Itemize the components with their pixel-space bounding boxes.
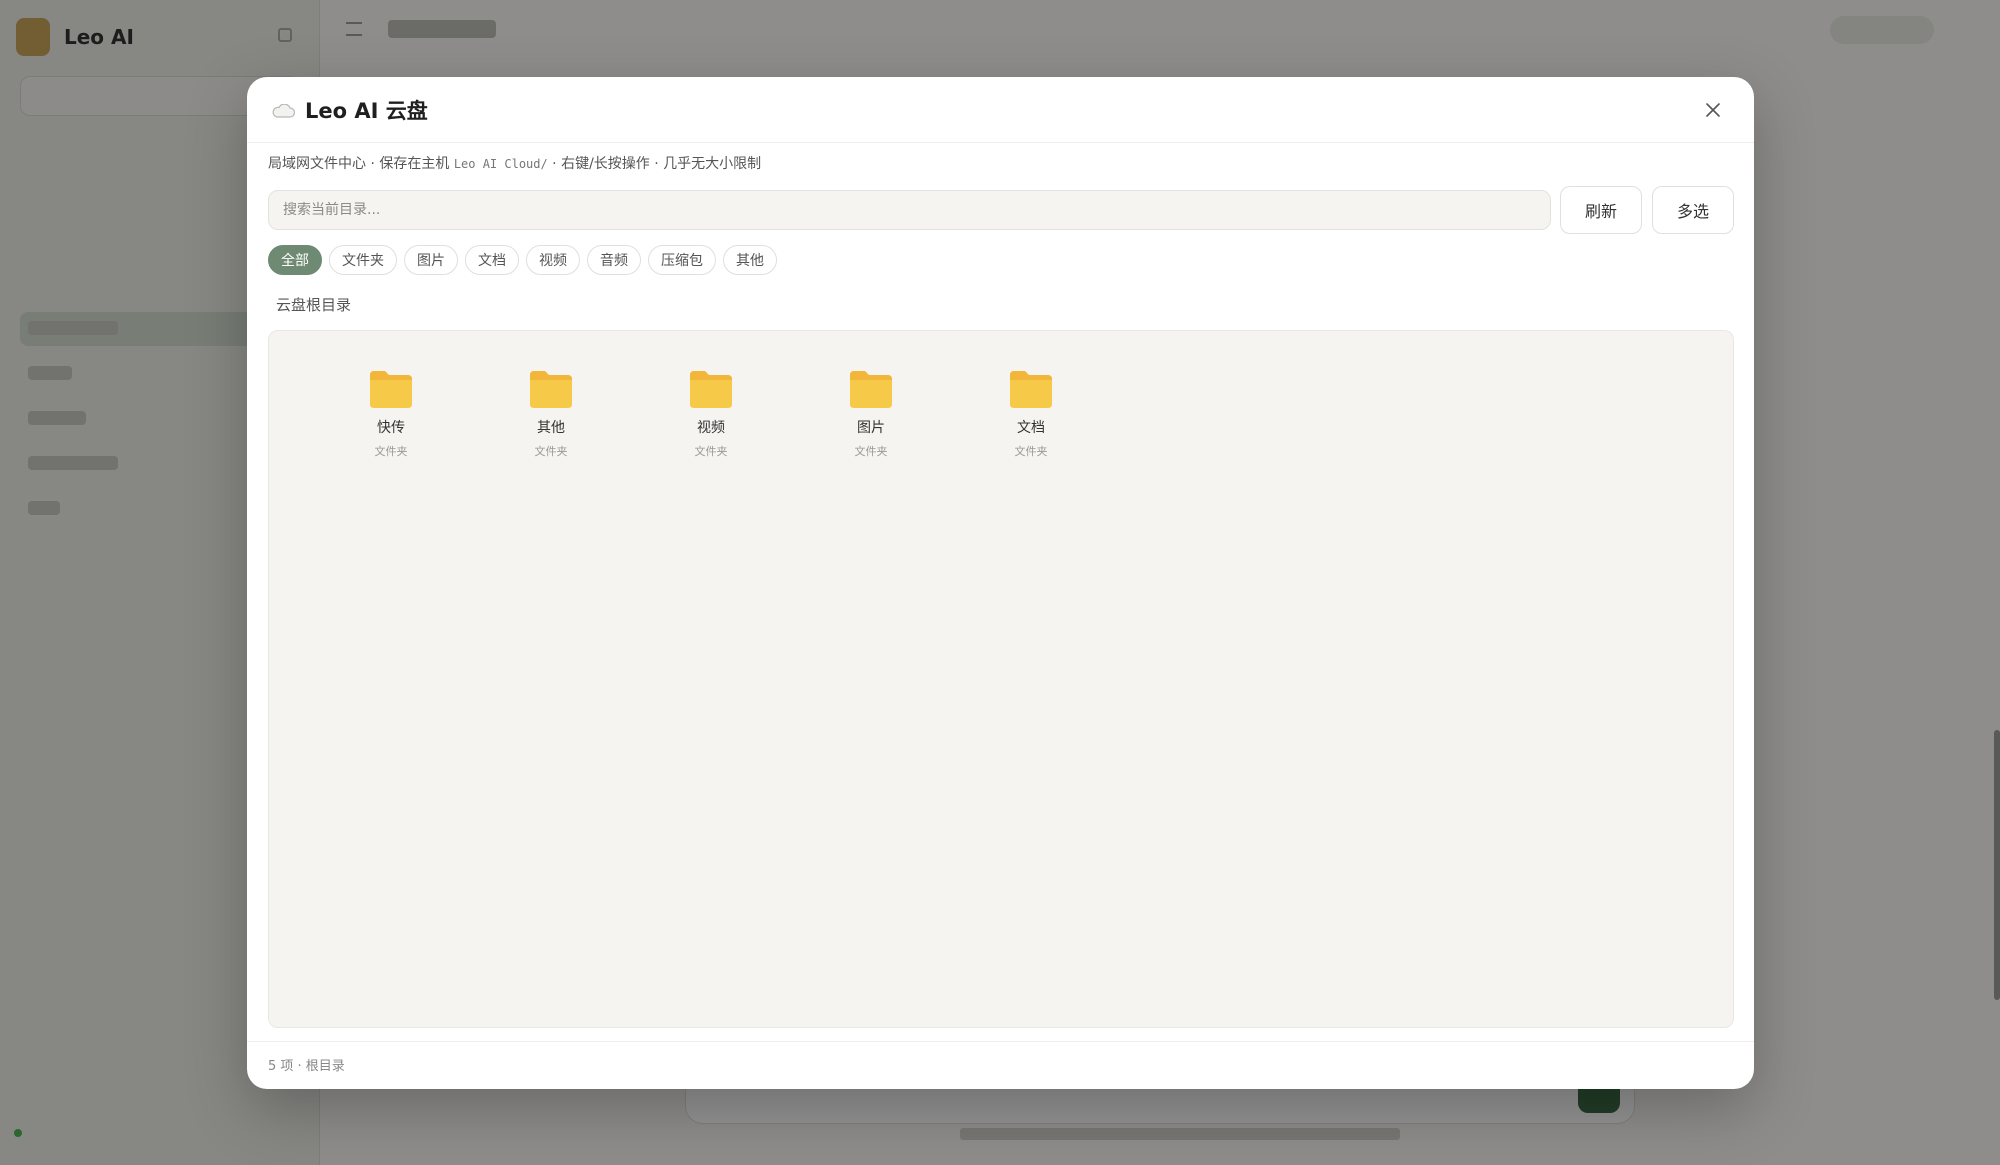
search-input[interactable] xyxy=(268,190,1551,230)
folder-icon xyxy=(368,369,414,409)
modal-header: Leo AI 云盘 xyxy=(247,77,1754,143)
modal-footer: 5 项 · 根目录 xyxy=(247,1041,1754,1089)
folder-item[interactable]: 文档 文件夹 xyxy=(951,369,1111,459)
cloud-drive-modal: Leo AI 云盘 局域网文件中心 · 保存在主机 Leo AI Cloud/ … xyxy=(247,77,1754,1089)
folder-name: 快传 xyxy=(377,420,405,436)
folder-name: 视频 xyxy=(697,420,725,436)
subtitle-path: Leo AI Cloud/ xyxy=(453,157,548,171)
folder-name: 图片 xyxy=(857,420,885,436)
folder-item[interactable]: 图片 文件夹 xyxy=(791,369,951,459)
folder-item[interactable]: 视频 文件夹 xyxy=(631,369,791,459)
modal-title: Leo AI 云盘 xyxy=(305,98,428,123)
filter-chip[interactable]: 全部 xyxy=(268,245,322,275)
subtitle-suffix: · 右键/长按操作 · 几乎无大小限制 xyxy=(547,156,762,172)
filter-chip[interactable]: 文件夹 xyxy=(329,245,397,275)
folder-type: 文件夹 xyxy=(374,445,408,458)
close-icon[interactable] xyxy=(1705,102,1721,118)
folder-icon xyxy=(528,369,574,409)
modal-subtitle: 局域网文件中心 · 保存在主机 Leo AI Cloud/ · 右键/长按操作 … xyxy=(268,153,761,173)
breadcrumb: 云盘根目录 xyxy=(276,296,352,314)
folder-icon xyxy=(848,369,894,409)
filter-chip[interactable]: 视频 xyxy=(526,245,580,275)
filter-chip[interactable]: 其他 xyxy=(723,245,777,275)
close-button[interactable] xyxy=(1700,97,1726,123)
folder-icon xyxy=(688,369,734,409)
refresh-button[interactable]: 刷新 xyxy=(1560,186,1642,234)
folder-name: 其他 xyxy=(537,420,565,436)
file-grid: 快传 文件夹 其他 文件夹 视频 文件夹 图片 文件夹 文档 文件夹 xyxy=(311,369,1111,459)
filter-chip[interactable]: 压缩包 xyxy=(648,245,716,275)
file-area[interactable]: 快传 文件夹 其他 文件夹 视频 文件夹 图片 文件夹 文档 文件夹 xyxy=(268,330,1734,1028)
subtitle-prefix: 局域网文件中心 · 保存在主机 xyxy=(268,156,454,172)
filter-chip[interactable]: 图片 xyxy=(404,245,458,275)
folder-name: 文档 xyxy=(1017,420,1045,436)
filter-chip[interactable]: 文档 xyxy=(465,245,519,275)
filter-chips: 全部 文件夹 图片 文档 视频 音频 压缩包 其他 xyxy=(268,245,777,275)
filter-chip[interactable]: 音频 xyxy=(587,245,641,275)
folder-icon xyxy=(1008,369,1054,409)
multi-select-button[interactable]: 多选 xyxy=(1652,186,1734,234)
folder-item[interactable]: 其他 文件夹 xyxy=(471,369,631,459)
folder-item[interactable]: 快传 文件夹 xyxy=(311,369,471,459)
folder-type: 文件夹 xyxy=(534,445,568,458)
folder-type: 文件夹 xyxy=(854,445,888,458)
folder-type: 文件夹 xyxy=(1014,445,1048,458)
cloud-icon xyxy=(271,103,295,118)
folder-type: 文件夹 xyxy=(694,445,728,458)
